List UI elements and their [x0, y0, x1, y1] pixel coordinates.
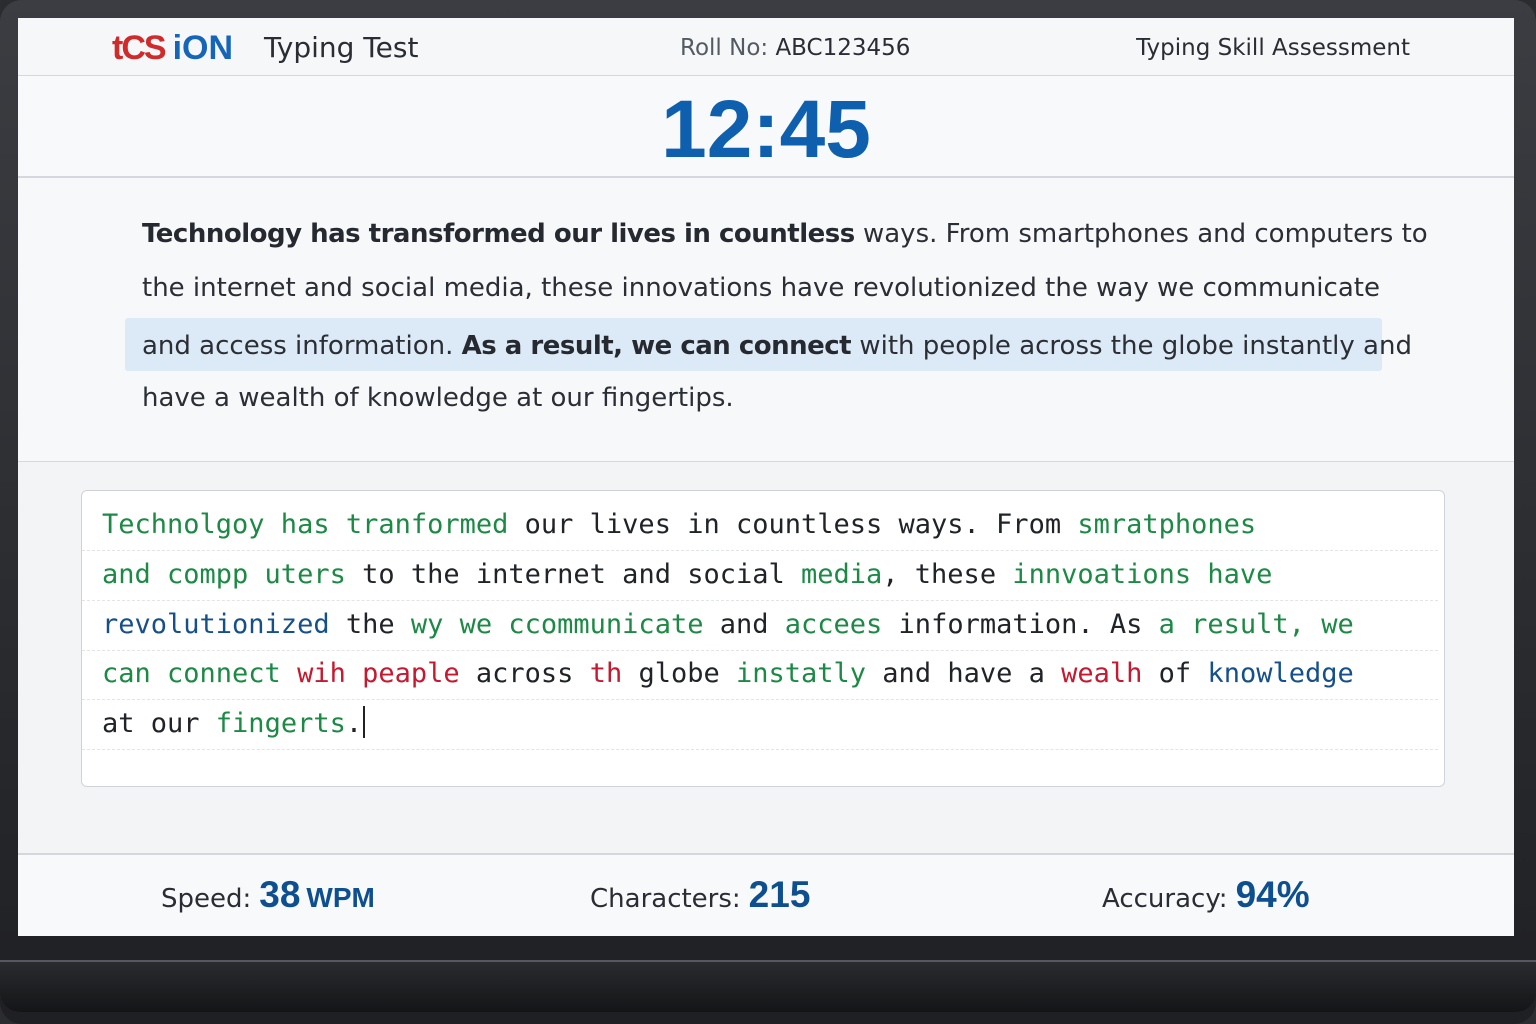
roll-number: Roll No: ABC123456	[680, 32, 910, 64]
typed-segment: instatly	[736, 658, 867, 689]
typed-line: and compp uters to the internet and soci…	[82, 551, 1438, 601]
passage-segment: with people across the globe instantly a…	[851, 331, 1412, 361]
typed-line: Technolgoy has tranformed our lives in c…	[82, 501, 1438, 551]
passage-segment: the internet and social media, these inn…	[142, 273, 1380, 303]
accuracy-stat: Accuracy: 94%	[1102, 875, 1310, 919]
typed-segment: smratphones	[1077, 509, 1257, 540]
passage-segment: and access information.	[142, 331, 462, 361]
typing-input-area[interactable]: Technolgoy has tranformed our lives in c…	[81, 490, 1445, 787]
typed-segment: media	[801, 559, 883, 590]
typed-segment: of	[1142, 658, 1208, 689]
typed-error-segment: wih peaple	[297, 658, 460, 689]
passage-line: the internet and social media, these inn…	[142, 266, 1380, 320]
passage-segment: have a wealth of knowledge at our finger…	[142, 383, 734, 413]
typed-segment: a result, we	[1158, 609, 1354, 640]
app-screen: tCS iON Typing Test Roll No: ABC123456 Ty…	[18, 18, 1514, 936]
typed-segment: accees	[784, 609, 883, 640]
characters-value: 215	[748, 874, 811, 915]
typed-segment: fingerts	[215, 708, 346, 739]
text-cursor	[363, 706, 366, 738]
characters-label: Characters:	[590, 884, 741, 914]
typed-segment: the	[329, 609, 411, 640]
app-title: Typing Test	[264, 31, 419, 64]
speed-label: Speed:	[161, 884, 252, 914]
tcs-ion-logo: tCS iON	[112, 28, 233, 68]
typed-line: at our fingerts.	[82, 700, 1438, 750]
typed-error-segment: th	[589, 658, 623, 689]
typed-segment: across	[459, 658, 590, 689]
accuracy-value: 94%	[1235, 874, 1310, 915]
passage-segment: As a result, we can connect	[461, 331, 852, 361]
typed-segment: our lives in countless ways. From	[508, 509, 1078, 540]
typed-segment: can connect	[102, 658, 298, 689]
typed-line: revolutionized the wy we ccommunicate an…	[82, 601, 1438, 651]
typed-line-text: at our fingerts.	[102, 700, 366, 748]
typed-segment: to the internet and social	[345, 559, 801, 590]
typed-segment: at our	[102, 708, 216, 739]
typed-segment: revolutionized	[102, 609, 330, 640]
typed-line: can connect wih peaple across th globe i…	[82, 650, 1438, 700]
roll-value: ABC123456	[775, 35, 911, 61]
logo-ion-text: iON	[172, 29, 234, 67]
source-passage: Technology has transformed our lives in …	[142, 212, 1428, 430]
speed-stat: Speed: 38 WPM	[161, 875, 375, 919]
typed-line-text: and compp uters to the internet and soci…	[102, 551, 1272, 599]
typed-segment: and	[703, 609, 785, 640]
stats-bar: Speed: 38 WPM Characters: 215 Accuracy: 94%	[18, 853, 1514, 936]
typed-segment: , these	[882, 559, 1013, 590]
passage-line: have a wealth of knowledge at our finger…	[142, 376, 1372, 430]
passage-segment: ways. From smartphones and computers to	[854, 219, 1428, 249]
typed-segment: knowledge	[1207, 658, 1354, 689]
assessment-title: Typing Skill Assessment	[1136, 35, 1410, 61]
logo-tcs-text: tCS	[112, 29, 167, 67]
typed-segment: information. As	[882, 609, 1159, 640]
source-passage-panel: Technology has transformed our lives in …	[18, 178, 1514, 462]
typed-segment: globe	[622, 658, 736, 689]
speed-unit: WPM	[306, 882, 375, 913]
typed-line-empty	[82, 750, 1438, 799]
passage-line: and access information. As a result, we …	[142, 318, 1412, 374]
typed-segment: and have a	[866, 658, 1062, 689]
countdown-timer: 12:45	[661, 84, 871, 175]
typed-segment: .	[345, 708, 363, 739]
typed-segment: wy we ccommunicate	[410, 609, 704, 640]
typed-line-text: revolutionized the wy we ccommunicate an…	[102, 601, 1354, 649]
timer-panel: 12:45	[18, 76, 1514, 178]
typed-line-text: can connect wih peaple across th globe i…	[102, 650, 1354, 698]
app-header: tCS iON Typing Test Roll No: ABC123456 Ty…	[18, 18, 1514, 76]
speed-value: 38	[259, 874, 301, 915]
monitor-bezel	[0, 960, 1536, 1012]
typed-segment: innvoations have	[1012, 559, 1273, 590]
typed-line-text: Technolgoy has tranformed our lives in c…	[102, 501, 1256, 549]
passage-segment: Technology has transformed our lives in …	[142, 219, 855, 249]
typed-segment: and compp uters	[102, 559, 346, 590]
monitor-frame: tCS iON Typing Test Roll No: ABC123456 Ty…	[0, 0, 1536, 1024]
characters-stat: Characters: 215	[590, 875, 810, 919]
typed-segment: Technolgoy has tranformed	[102, 509, 509, 540]
typed-error-segment: wealh	[1061, 658, 1143, 689]
passage-line: Technology has transformed our lives in …	[142, 212, 1428, 266]
roll-label: Roll No:	[680, 35, 769, 61]
accuracy-label: Accuracy:	[1102, 884, 1228, 914]
